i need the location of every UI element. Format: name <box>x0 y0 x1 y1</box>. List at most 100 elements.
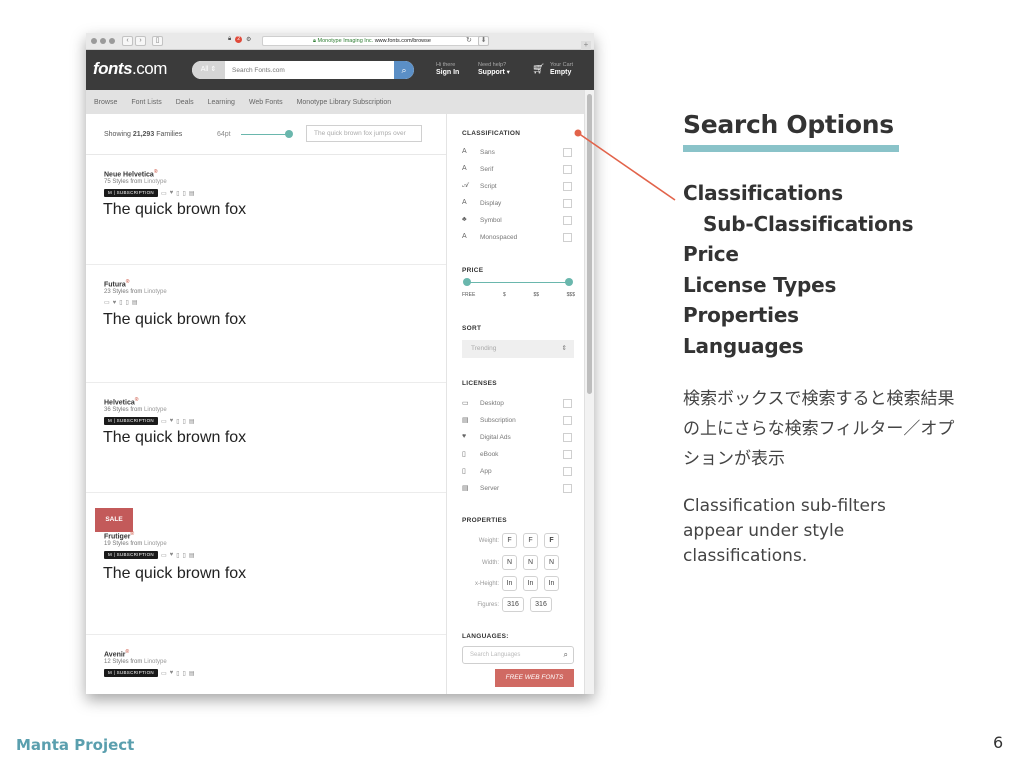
property-option-button[interactable]: F <box>523 533 538 548</box>
scrollbar-thumb[interactable] <box>587 94 592 394</box>
price-slider-min-handle[interactable] <box>463 278 471 286</box>
classification-checkbox[interactable] <box>563 233 572 242</box>
property-option-button[interactable]: In <box>523 576 538 591</box>
font-name[interactable]: Futura® <box>104 279 129 288</box>
font-name[interactable]: Frutiger® <box>104 531 134 540</box>
subnav-item[interactable]: Web Fonts <box>249 99 283 106</box>
classification-option[interactable]: A Serif <box>447 161 584 178</box>
settings-extension-icon[interactable]: ⚙︎ <box>246 36 251 43</box>
desktop-icon: ▭ <box>104 300 110 306</box>
forward-icon[interactable]: › <box>135 36 146 46</box>
license-checkbox[interactable] <box>563 433 572 442</box>
reload-icon[interactable]: ↻ <box>466 36 472 44</box>
sort-value: Trending <box>471 345 497 352</box>
classification-option[interactable]: A Sans <box>447 144 584 161</box>
classification-checkbox[interactable] <box>563 148 572 157</box>
license-option[interactable]: ▤ Server <box>447 480 584 497</box>
maximize-window-icon[interactable] <box>109 38 115 44</box>
subnav-item[interactable]: Deals <box>176 99 194 106</box>
license-checkbox[interactable] <box>563 467 572 476</box>
back-icon[interactable]: ‹ <box>122 36 133 46</box>
sale-badge: SALE <box>95 508 133 532</box>
window-controls <box>91 38 115 44</box>
sidebar-toggle-icon[interactable]: ▯ <box>152 36 163 46</box>
price-slider-max-handle[interactable] <box>565 278 573 286</box>
license-checkbox[interactable] <box>563 484 572 493</box>
support-menu[interactable]: Need help? Support ▾ <box>478 61 510 77</box>
new-tab-icon[interactable]: + <box>581 41 591 50</box>
display-icon: A <box>462 199 467 206</box>
ebook-icon: ▯ <box>176 190 180 197</box>
subnav-item[interactable]: Learning <box>208 99 235 106</box>
classification-checkbox[interactable] <box>563 165 572 174</box>
classification-option[interactable]: A Display <box>447 195 584 212</box>
subnav-item[interactable]: Browse <box>94 99 117 106</box>
license-option[interactable]: ▭ Desktop <box>447 395 584 412</box>
address-bar[interactable]: 🔒︎ Monotype Imaging Inc. www.fonts.com/b… <box>262 36 482 46</box>
property-option-button[interactable]: F <box>502 533 517 548</box>
sample-text-input[interactable]: The quick brown fox jumps over <box>306 125 422 142</box>
minimize-window-icon[interactable] <box>100 38 106 44</box>
font-family-item[interactable]: SALE Frutiger® 19 Styles from Linotype M | … <box>86 493 446 635</box>
page-number: 6 <box>993 733 1004 752</box>
language-search-input[interactable]: Search Languages ⌕ <box>462 646 574 664</box>
desktop-icon: ▭ <box>160 670 167 677</box>
sort-select[interactable]: Trending ⇕ <box>462 340 574 358</box>
scrollbar[interactable] <box>584 90 594 694</box>
extension-badge: 2 <box>235 36 242 43</box>
trademark-icon: ® <box>125 279 130 285</box>
classification-option[interactable]: A Monospaced <box>447 229 584 246</box>
classification-checkbox[interactable] <box>563 182 572 191</box>
font-family-item[interactable]: Futura® 23 Styles from Linotype ▭ ♥︎ ▯ ▯ ▤ The … <box>86 265 446 383</box>
subnav-item[interactable]: Font Lists <box>131 99 161 106</box>
font-name[interactable]: Helvetica® <box>104 397 138 406</box>
font-family-item[interactable]: Helvetica® 36 Styles from Linotype M | SUB… <box>86 383 446 493</box>
subnav-item[interactable]: Monotype Library Subscription <box>297 99 392 106</box>
cart-icon[interactable]: 🛒︎ <box>532 64 545 75</box>
extensions: 🔒︎ 2 ⚙︎ <box>228 36 251 43</box>
secure-lock-icon: 🔒︎ <box>313 38 316 44</box>
license-option[interactable]: ▤ Subscription <box>447 412 584 429</box>
property-option-button[interactable]: F <box>544 533 559 548</box>
font-preview: The quick brown fox <box>103 201 247 218</box>
close-window-icon[interactable] <box>91 38 97 44</box>
property-option-button[interactable]: 316 <box>530 597 552 612</box>
search-input[interactable] <box>232 61 392 79</box>
font-family-item[interactable]: Neue Helvetica® 75 Styles from Linotype M … <box>86 155 446 265</box>
classification-checkbox[interactable] <box>563 199 572 208</box>
size-slider-track[interactable] <box>241 134 291 135</box>
license-option[interactable]: ♥︎ Digital Ads <box>447 429 584 446</box>
free-web-fonts-button[interactable]: FREE WEB FONTS <box>495 669 574 687</box>
classification-option[interactable]: 𝒜 Script <box>447 178 584 195</box>
url-domain: www.fonts.com/browse <box>374 38 431 44</box>
license-checkbox[interactable] <box>563 416 572 425</box>
search-icon[interactable]: ⌕ <box>394 61 414 79</box>
cart-link[interactable]: Your Cart Empty <box>550 61 573 77</box>
price-slider-track[interactable] <box>467 282 569 283</box>
digital-ads-icon: ♥︎ <box>462 433 467 440</box>
license-option[interactable]: ▯ App <box>447 463 584 480</box>
signin-link[interactable]: Hi there Sign In <box>436 61 459 77</box>
property-option-button[interactable]: N <box>502 555 517 570</box>
classification-option[interactable]: ♣ Symbol <box>447 212 584 229</box>
classification-label: Symbol <box>480 217 502 224</box>
property-option-button[interactable]: N <box>523 555 538 570</box>
font-styles: 36 Styles from Linotype <box>104 407 167 413</box>
font-name[interactable]: Neue Helvetica® <box>104 169 158 178</box>
lock-extension-icon[interactable]: 🔒︎ <box>228 36 231 43</box>
property-option-button[interactable]: N <box>544 555 559 570</box>
font-name[interactable]: Avenir® <box>104 649 129 658</box>
font-family-item[interactable]: Avenir® 12 Styles from Linotype M | SUBSCR… <box>86 635 446 694</box>
classification-checkbox[interactable] <box>563 216 572 225</box>
size-slider-handle[interactable] <box>285 130 293 138</box>
download-icon[interactable]: ⬇︎ <box>478 36 489 46</box>
property-option-button[interactable]: In <box>544 576 559 591</box>
search-scope-select[interactable]: All ⇕ <box>192 61 225 79</box>
digital-ads-icon: ♥︎ <box>169 670 174 676</box>
license-checkbox[interactable] <box>563 399 572 408</box>
property-option-button[interactable]: 316 <box>502 597 524 612</box>
license-checkbox[interactable] <box>563 450 572 459</box>
site-logo[interactable]: fonts.com <box>93 59 167 79</box>
license-option[interactable]: ▯ eBook <box>447 446 584 463</box>
property-option-button[interactable]: In <box>502 576 517 591</box>
